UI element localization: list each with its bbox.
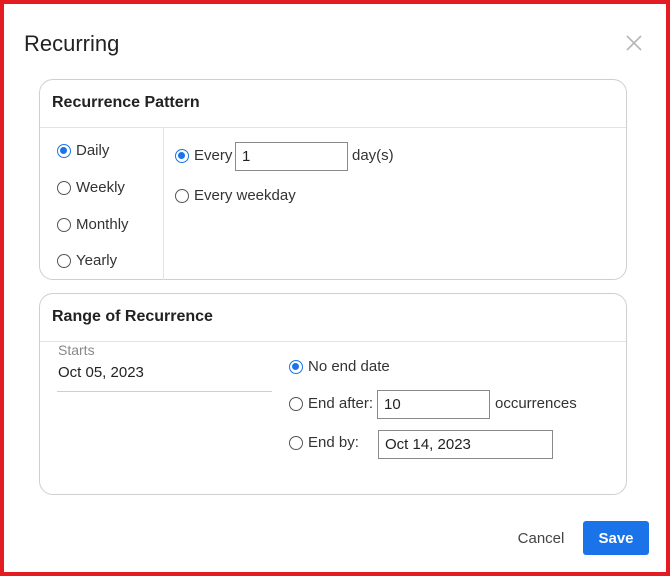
recurring-dialog: Recurring Recurrence Pattern Daily Weekl… — [0, 0, 670, 576]
panel-divider — [40, 341, 626, 342]
radio-monthly-indicator[interactable] — [57, 217, 71, 232]
occurrences-suffix: occurrences — [495, 395, 577, 412]
radio-end-by-label: End by: — [308, 434, 359, 451]
radio-monthly-label: Monthly — [76, 216, 129, 233]
radio-daily-label: Daily — [76, 142, 110, 159]
radio-weekly-label: Weekly — [76, 179, 125, 196]
range-of-recurrence-panel: Range of Recurrence Starts Oct 05, 2023 … — [39, 293, 627, 495]
end-by-date-input[interactable] — [378, 430, 553, 459]
recurrence-pattern-panel: Recurrence Pattern Daily Weekly Monthly … — [39, 79, 627, 280]
radio-yearly[interactable]: Yearly — [57, 252, 117, 269]
radio-no-end-date-indicator[interactable] — [289, 359, 303, 374]
radio-daily[interactable]: Daily — [57, 142, 109, 159]
end-after-input[interactable] — [377, 390, 490, 419]
radio-every-n-days[interactable]: Every — [175, 147, 232, 164]
radio-daily-indicator[interactable] — [57, 143, 71, 158]
panel-divider — [40, 127, 626, 128]
radio-every-weekday-label: Every weekday — [194, 187, 296, 204]
save-button[interactable]: Save — [583, 521, 649, 555]
radio-yearly-indicator[interactable] — [57, 253, 71, 268]
radio-every-weekday-indicator[interactable] — [175, 188, 189, 203]
radio-end-by-indicator[interactable] — [289, 435, 303, 450]
radio-every-label: Every — [194, 147, 233, 164]
radio-monthly[interactable]: Monthly — [57, 216, 129, 233]
range-of-recurrence-title: Range of Recurrence — [52, 308, 213, 325]
days-suffix: day(s) — [352, 147, 394, 164]
close-icon[interactable] — [622, 31, 646, 55]
starts-value[interactable]: Oct 05, 2023 — [58, 364, 144, 381]
radio-weekly[interactable]: Weekly — [57, 179, 125, 196]
column-divider — [163, 128, 164, 280]
dialog-title: Recurring — [24, 31, 120, 56]
radio-end-after-label: End after: — [308, 395, 374, 412]
radio-every-weekday[interactable]: Every weekday — [175, 187, 296, 204]
radio-end-by[interactable]: End by: — [289, 434, 359, 451]
radio-weekly-indicator[interactable] — [57, 180, 71, 195]
starts-label: Starts — [58, 342, 95, 358]
radio-yearly-label: Yearly — [76, 252, 118, 269]
every-days-input[interactable] — [235, 142, 348, 171]
radio-end-after-indicator[interactable] — [289, 396, 303, 411]
starts-underline — [57, 391, 272, 392]
recurrence-pattern-title: Recurrence Pattern — [52, 94, 200, 111]
radio-every-n-days-indicator[interactable] — [175, 148, 189, 163]
radio-no-end-date[interactable]: No end date — [289, 358, 390, 375]
radio-end-after[interactable]: End after: — [289, 395, 373, 412]
radio-no-end-date-label: No end date — [308, 358, 390, 375]
cancel-button[interactable]: Cancel — [509, 521, 573, 555]
